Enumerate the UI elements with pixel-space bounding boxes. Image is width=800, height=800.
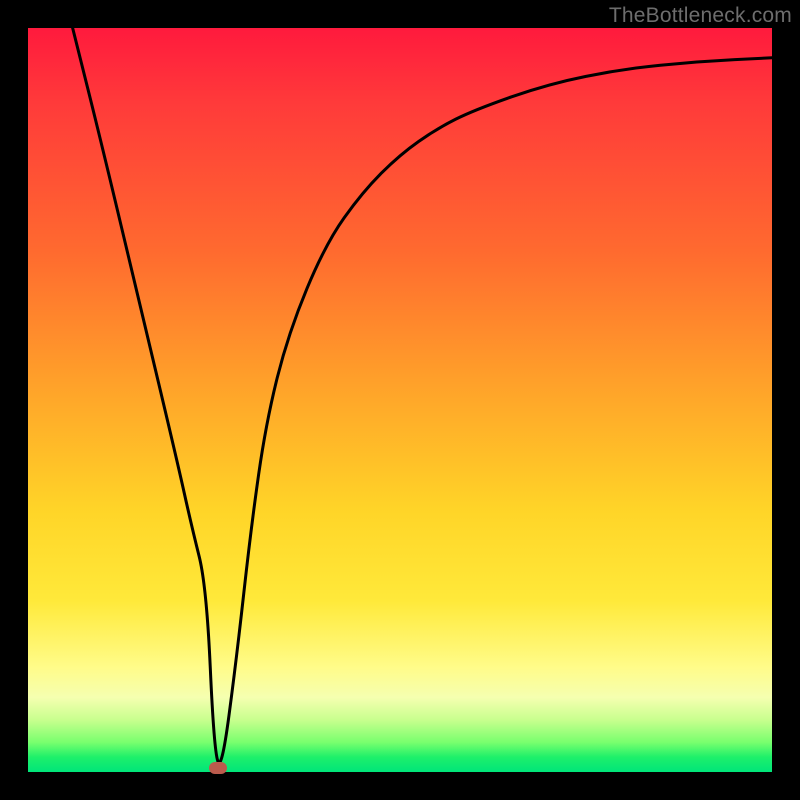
bottleneck-curve (28, 28, 772, 772)
optimal-point-marker (209, 762, 227, 774)
watermark-text: TheBottleneck.com (609, 4, 792, 28)
chart-frame: TheBottleneck.com (0, 0, 800, 800)
plot-area (28, 28, 772, 772)
